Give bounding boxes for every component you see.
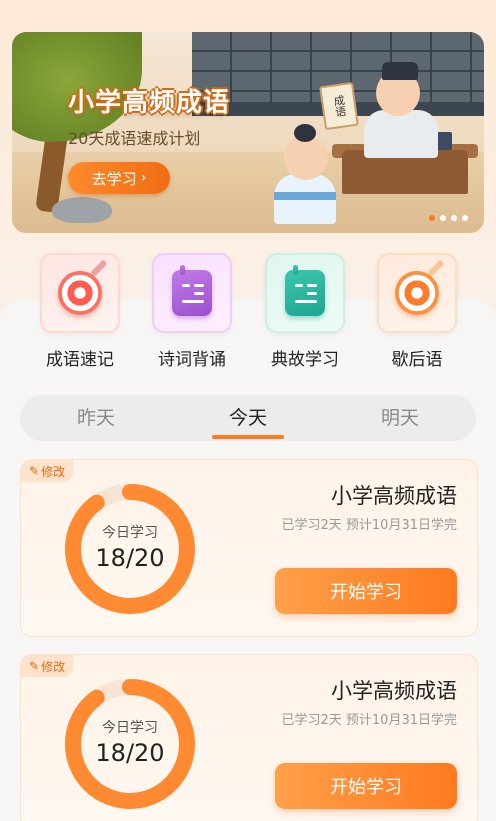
ring-value: 18/20 [95, 544, 165, 572]
banner-subtitle: 20天成语速成计划 [68, 129, 201, 148]
scroll-illustration: 成语 [319, 81, 359, 131]
start-study-button[interactable]: 开始学习 [275, 763, 457, 809]
ring-label: 今日学习 [102, 720, 158, 736]
edit-label: 修改 [41, 659, 66, 674]
action-tile[interactable] [152, 253, 232, 333]
banner-go-study-button[interactable]: 去学习 › [68, 162, 170, 194]
student-hair-illustration [294, 124, 316, 142]
action-label: 诗词背诵 [158, 350, 226, 370]
carousel-dot[interactable] [451, 215, 457, 221]
promo-banner[interactable]: 成语 小学高频成语 20天成语速成计划 去学习 › [12, 32, 484, 233]
plan-card: ✎ 修改 今日学习 18/20 小学高频成语 已学习2天 预计10月31日学完 … [20, 654, 478, 821]
plan-subtitle: 已学习2天 预计10月31日学完 [281, 518, 458, 533]
teacher-hat-illustration [382, 62, 418, 80]
student-head-illustration [284, 136, 328, 180]
tab-tomorrow[interactable]: 明天 [324, 395, 476, 441]
target-icon [395, 271, 439, 315]
action-label: 成语速记 [46, 350, 114, 370]
action-poem-recite[interactable]: 诗词背诵 [152, 253, 232, 370]
progress-ring: 今日学习 18/20 [63, 677, 197, 811]
carousel-dot[interactable] [462, 215, 468, 221]
edit-icon: ✎ [29, 659, 40, 673]
progress-ring: 今日学习 18/20 [63, 482, 197, 616]
flashcard-icon [172, 265, 212, 316]
action-tile[interactable] [265, 253, 345, 333]
tab-yesterday[interactable]: 昨天 [20, 395, 172, 441]
flashcard-icon [285, 265, 325, 316]
banner-button-label: 去学习 [91, 169, 137, 188]
carousel-dot-active[interactable] [429, 215, 435, 221]
edit-plan-button[interactable]: ✎ 修改 [21, 460, 74, 482]
start-study-button[interactable]: 开始学习 [275, 568, 457, 614]
plan-card: ✎ 修改 今日学习 18/20 小学高频成语 已学习2天 预计10月31日学完 … [20, 459, 478, 637]
day-tabs: 昨天 今天 明天 [20, 395, 476, 441]
action-label: 典故学习 [271, 350, 339, 370]
banner-title: 小学高频成语 [68, 88, 231, 118]
action-xiehouyu[interactable]: 歇后语 [377, 253, 457, 370]
carousel-dot[interactable] [440, 215, 446, 221]
carousel-indicator [429, 215, 468, 221]
edit-label: 修改 [41, 464, 66, 479]
target-icon [58, 271, 102, 315]
quick-actions: 成语速记 诗词背诵 典故学习 歇后语 [0, 253, 496, 373]
rock-illustration [52, 197, 112, 223]
ring-label: 今日学习 [102, 525, 158, 541]
action-tile[interactable] [40, 253, 120, 333]
action-label: 歇后语 [391, 350, 443, 370]
student-belt-illustration [274, 192, 336, 200]
ring-value: 18/20 [95, 739, 165, 767]
edit-plan-button[interactable]: ✎ 修改 [21, 655, 74, 677]
teacher-body-illustration [364, 110, 438, 158]
edit-icon: ✎ [29, 464, 40, 478]
action-tile[interactable] [377, 253, 457, 333]
action-allusion-study[interactable]: 典故学习 [265, 253, 345, 370]
plan-title: 小学高频成语 [331, 679, 457, 703]
plan-subtitle: 已学习2天 预计10月31日学完 [281, 713, 458, 728]
chevron-right-icon: › [140, 170, 147, 186]
action-idiom-memorize[interactable]: 成语速记 [40, 253, 120, 370]
plan-title: 小学高频成语 [331, 484, 457, 508]
tab-today[interactable]: 今天 [172, 395, 324, 441]
